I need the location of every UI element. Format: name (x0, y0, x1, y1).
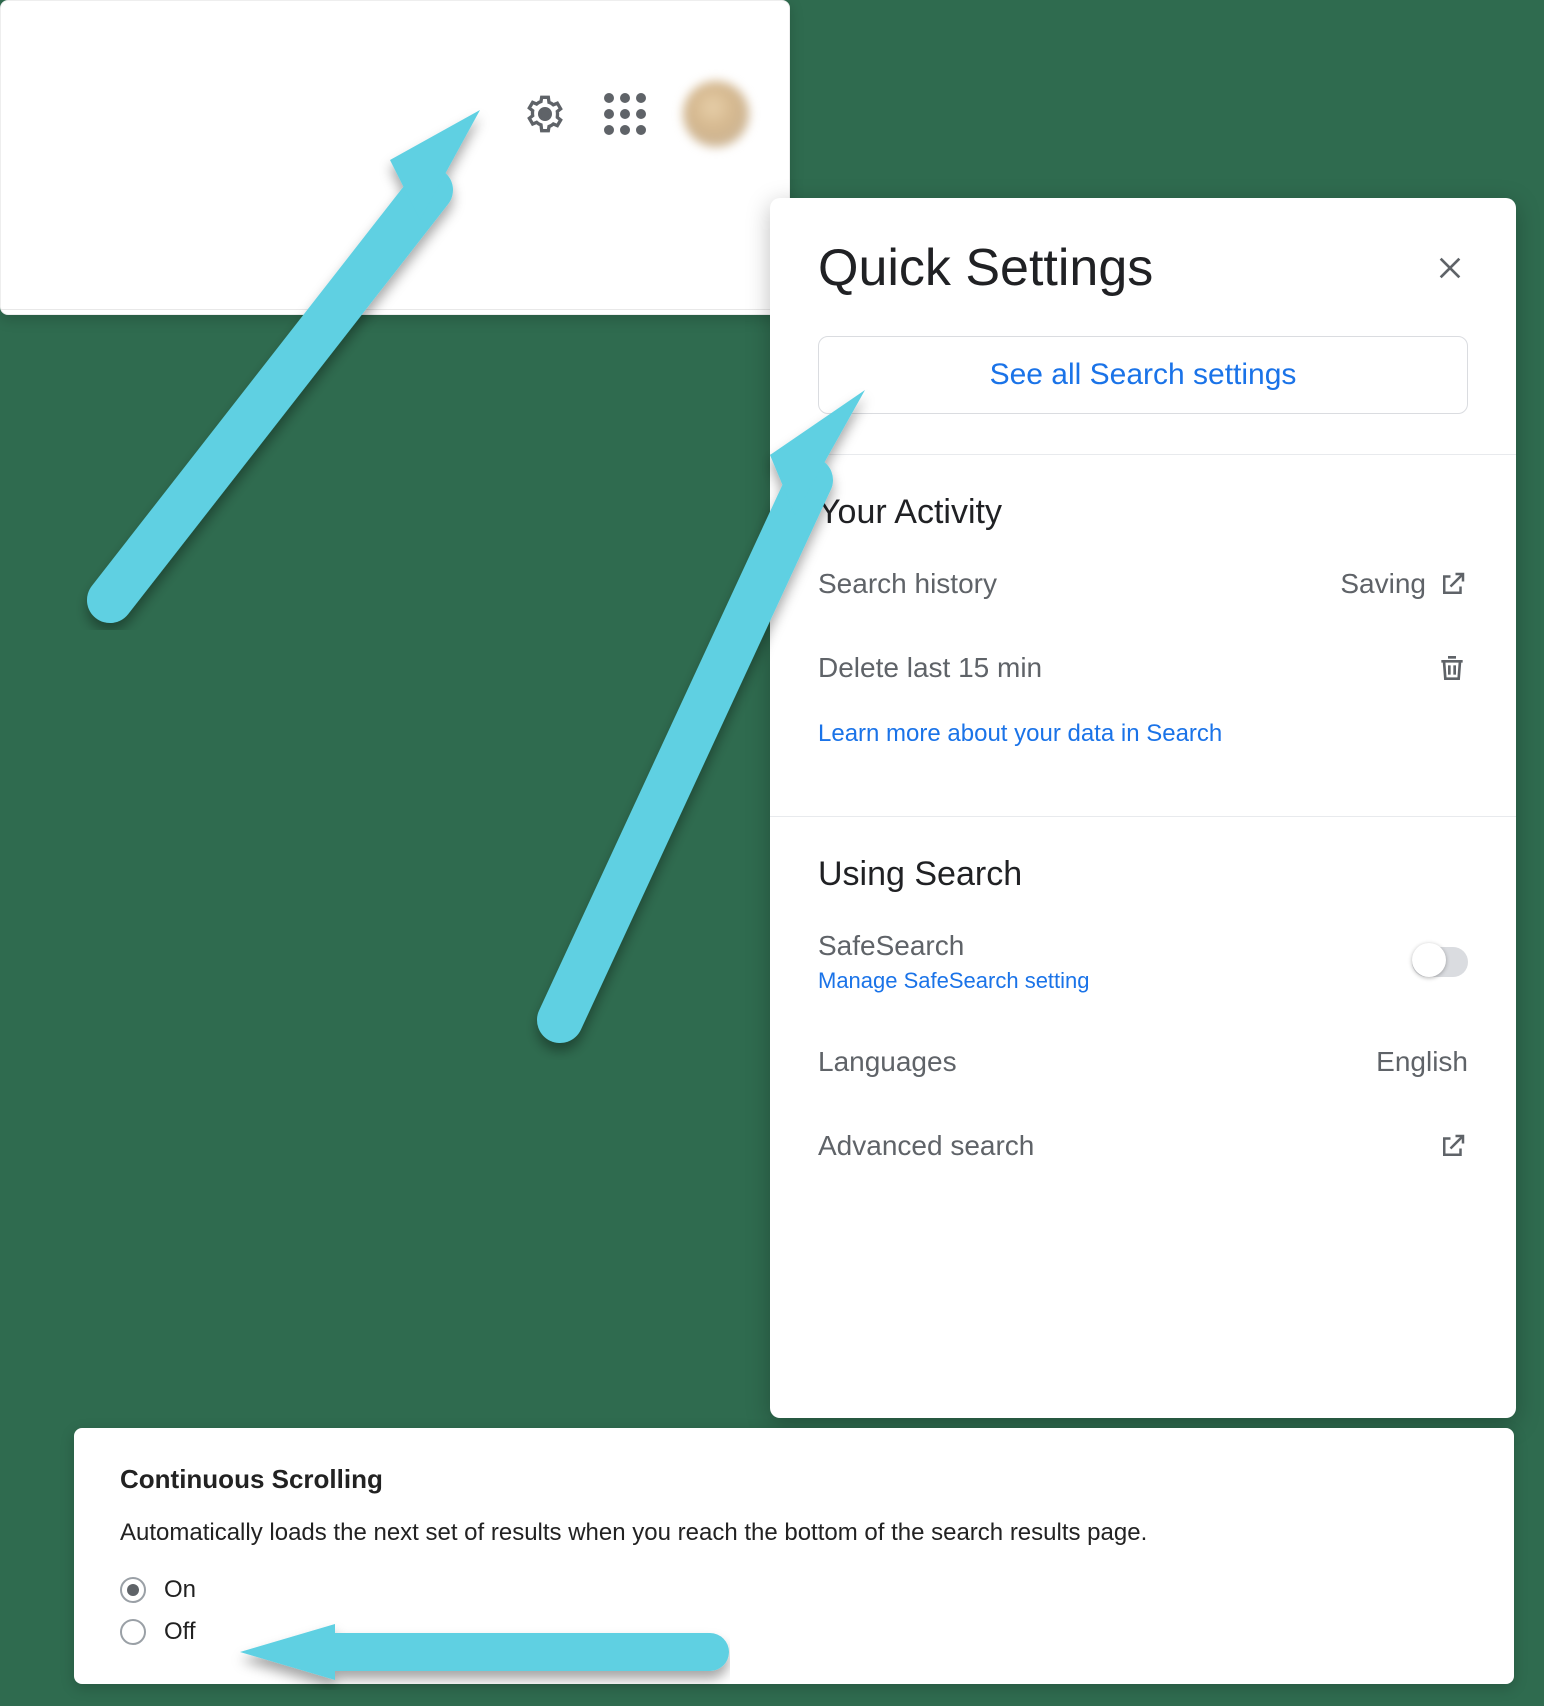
row-safesearch: SafeSearch Manage SafeSearch setting (770, 904, 1516, 1020)
continuous-scrolling-panel: Continuous Scrolling Automatically loads… (74, 1428, 1514, 1684)
external-link-icon (1438, 1131, 1468, 1161)
advanced-search-label: Advanced search (818, 1130, 1034, 1162)
toggle-knob (1412, 943, 1446, 977)
search-header-panel (0, 0, 790, 315)
search-history-value: Saving (1340, 568, 1426, 600)
apps-icon[interactable] (603, 92, 647, 136)
external-link-icon (1438, 569, 1468, 599)
delete-last-label: Delete last 15 min (818, 652, 1042, 684)
section-heading-activity: Your Activity (770, 455, 1516, 542)
header-divider (1, 309, 789, 310)
row-languages[interactable]: Languages English (770, 1020, 1516, 1104)
radio-off[interactable] (120, 1619, 146, 1645)
quick-settings-title: Quick Settings (818, 238, 1153, 298)
row-delete-last[interactable]: Delete last 15 min (770, 626, 1516, 710)
languages-value: English (1376, 1046, 1468, 1078)
manage-safesearch-link[interactable]: Manage SafeSearch setting (818, 968, 1090, 994)
gear-icon[interactable] (523, 92, 567, 136)
search-history-label: Search history (818, 568, 997, 600)
row-search-history[interactable]: Search history Saving (770, 542, 1516, 626)
radio-on-label: On (164, 1576, 196, 1604)
see-all-settings-button[interactable]: See all Search settings (818, 336, 1468, 414)
continuous-scrolling-title: Continuous Scrolling (120, 1464, 1468, 1495)
radio-off-label: Off (164, 1618, 196, 1646)
safesearch-label: SafeSearch (818, 930, 1090, 962)
section-heading-using: Using Search (770, 817, 1516, 904)
radio-off-row[interactable]: Off (120, 1618, 1468, 1646)
radio-on-row[interactable]: On (120, 1576, 1468, 1604)
radio-on[interactable] (120, 1577, 146, 1603)
languages-label: Languages (818, 1046, 957, 1078)
continuous-scrolling-description: Automatically loads the next set of resu… (120, 1517, 1468, 1548)
close-icon[interactable] (1432, 250, 1468, 286)
row-advanced-search[interactable]: Advanced search (770, 1104, 1516, 1188)
quick-settings-panel: Quick Settings See all Search settings Y… (770, 198, 1516, 1418)
avatar[interactable] (683, 81, 749, 147)
safesearch-toggle[interactable] (1412, 947, 1468, 977)
quick-settings-header: Quick Settings (770, 198, 1516, 308)
trash-icon (1436, 652, 1468, 684)
see-all-settings-label: See all Search settings (990, 358, 1297, 392)
search-history-value-group: Saving (1340, 568, 1468, 600)
header-icon-group (523, 81, 749, 147)
learn-more-link[interactable]: Learn more about your data in Search (770, 710, 1516, 776)
